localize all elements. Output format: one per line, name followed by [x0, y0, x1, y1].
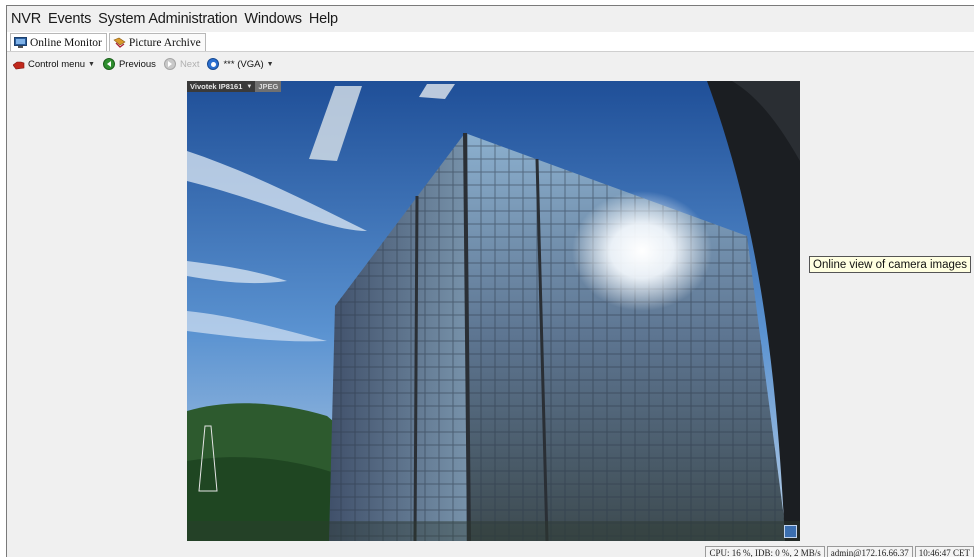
previous-label: Previous — [118, 58, 156, 70]
resolution-label: *** (VGA) — [223, 58, 264, 70]
menu-help[interactable]: Help — [309, 11, 338, 27]
previous-button[interactable]: Previous — [102, 58, 156, 70]
menu-bar: NVR Events System Administration Windows… — [7, 6, 974, 32]
tooltip: Online view of camera images — [809, 256, 972, 273]
nvr-window: NVR Events System Administration Windows… — [6, 5, 974, 557]
chevron-down-icon: ▼ — [266, 60, 274, 68]
toolbar: Control menu ▼ Previous Next *** (VGA) ▼ — [7, 53, 974, 75]
main-area: Vivotek IP8161 ▼ JPEG Online view of cam… — [7, 76, 974, 546]
next-label: Next — [179, 58, 200, 70]
camera-select[interactable]: Vivotek IP8161 ▼ — [187, 81, 256, 92]
camera-image — [187, 81, 800, 541]
control-menu-label: Control menu — [28, 58, 86, 70]
status-user: admin@172.16.66.37 — [826, 546, 913, 557]
archive-icon — [113, 37, 126, 48]
next-button[interactable]: Next — [163, 58, 200, 70]
chevron-down-icon: ▼ — [88, 60, 95, 68]
resolution-icon — [207, 58, 220, 70]
menu-nvr[interactable]: NVR — [11, 11, 41, 27]
tab-online-monitor-label: Online Monitor — [30, 36, 102, 49]
tab-picture-archive[interactable]: Picture Archive — [108, 33, 206, 51]
stream-format-badge: JPEG — [255, 81, 282, 92]
camera-label: Vivotek IP8161 ▼ JPEG — [187, 81, 282, 92]
control-menu-button[interactable]: Control menu ▼ — [13, 59, 95, 70]
tab-online-monitor[interactable]: Online Monitor — [10, 33, 107, 51]
status-bar: CPU: 16 %, IDB: 0 %, 2 MB/s admin@172.16… — [7, 546, 974, 557]
camera-name: Vivotek IP8161 — [190, 82, 243, 91]
hand-icon — [13, 59, 25, 70]
menu-windows[interactable]: Windows — [244, 11, 302, 27]
next-icon — [163, 58, 176, 70]
previous-icon — [102, 58, 115, 70]
menu-system-administration[interactable]: System Administration — [98, 11, 237, 27]
monitor-icon — [14, 37, 27, 48]
menu-events[interactable]: Events — [48, 11, 91, 27]
tab-strip: Online Monitor Picture Archive — [7, 32, 974, 52]
resolution-dropdown[interactable]: *** (VGA) ▼ — [207, 58, 274, 70]
tab-picture-archive-label: Picture Archive — [128, 36, 201, 49]
fullscreen-icon[interactable] — [784, 525, 797, 538]
status-time: 10:46:47 CET — [914, 546, 974, 557]
status-cpu: CPU: 16 %, IDB: 0 %, 2 MB/s — [705, 546, 825, 557]
chevron-down-icon: ▼ — [246, 83, 253, 90]
camera-view[interactable]: Vivotek IP8161 ▼ JPEG — [187, 81, 800, 541]
